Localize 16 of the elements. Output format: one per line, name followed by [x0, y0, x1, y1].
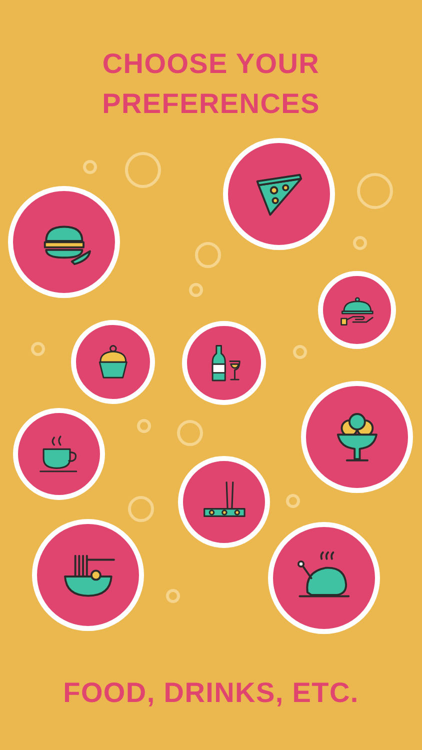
footer-text: FOOD, DRINKS, ETC. — [63, 676, 359, 710]
decorative-ring — [128, 496, 154, 522]
decorative-ring — [177, 420, 203, 446]
decorative-ring — [83, 160, 97, 174]
decorative-ring — [357, 173, 393, 209]
decorative-ring — [31, 342, 45, 356]
title-line: PREFERENCES — [102, 87, 320, 121]
decorative-ring — [189, 283, 203, 297]
decorative-ring — [137, 419, 151, 433]
title-line: CHOOSE YOUR — [102, 47, 320, 81]
decorative-ring — [353, 236, 367, 250]
decorative-ring — [195, 242, 221, 268]
decorative-ring — [166, 589, 180, 603]
decorative-ring — [286, 494, 300, 508]
decorative-ring — [293, 345, 307, 359]
decorative-ring — [125, 152, 161, 188]
